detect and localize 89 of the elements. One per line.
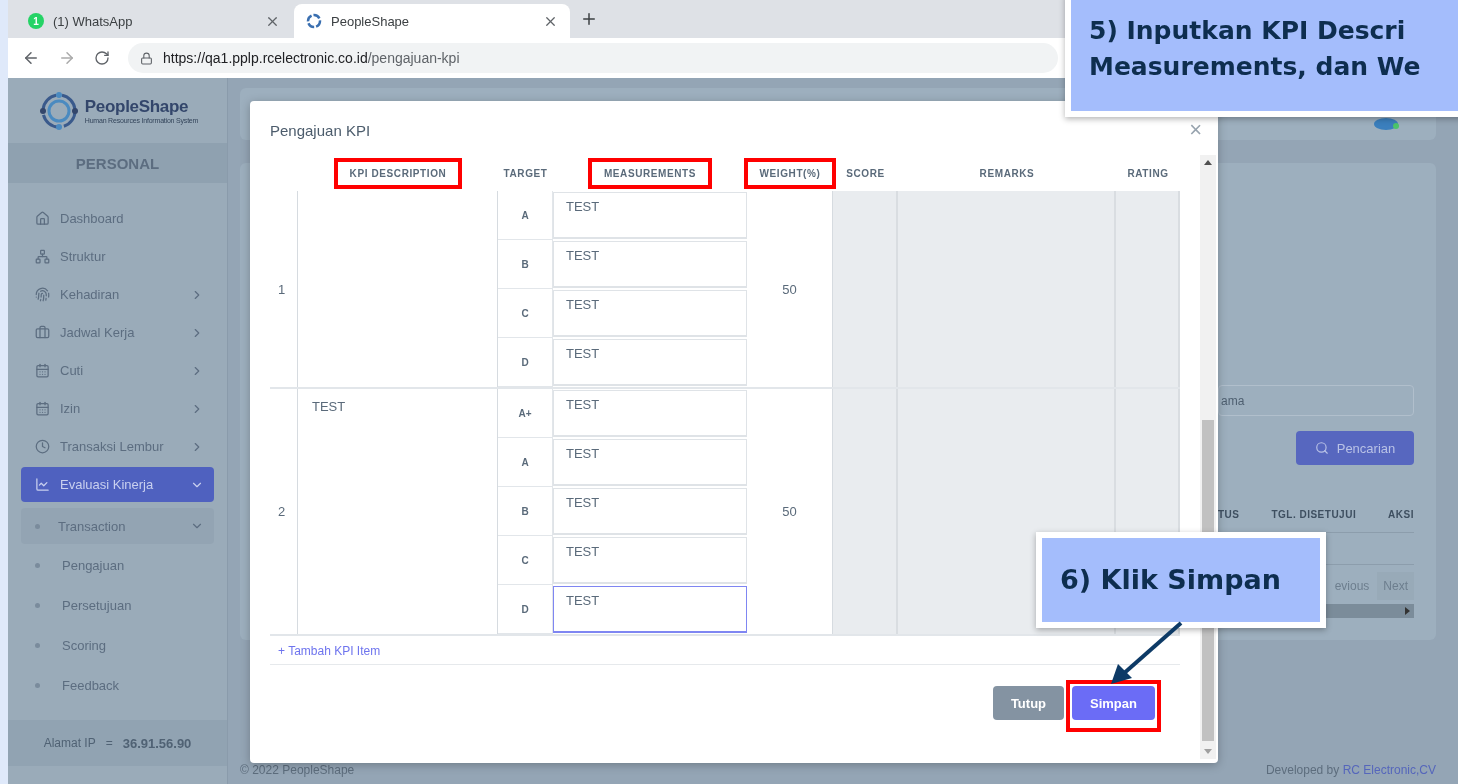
forward-icon[interactable] [58, 49, 76, 67]
menu-item[interactable]: Struktur [21, 239, 214, 274]
column-header: KPI DESCRIPTION [349, 167, 447, 179]
briefcase-icon [35, 325, 50, 340]
new-tab-icon[interactable] [580, 10, 598, 28]
address-field[interactable]: https://qa1.pplp.rcelectronic.co.id/pengajuan-kpi [128, 43, 1058, 73]
target-grade: A+ [498, 389, 553, 438]
callout-text: 5) Inputkan KPI Descri Measurements, dan We [1089, 14, 1421, 83]
measurement-field[interactable]: TEST [553, 439, 747, 486]
menu-item[interactable]: Transaksi Lembur [21, 429, 214, 464]
app-favicon-icon [306, 13, 322, 29]
measurement-field[interactable]: TEST [553, 488, 747, 535]
submenu-item[interactable]: Scoring [21, 627, 214, 664]
ip-value: 36.91.56.90 [122, 735, 192, 751]
column-header: RATING [1127, 167, 1169, 179]
measurement-field[interactable]: TEST [553, 390, 747, 437]
calendar-icon [35, 401, 50, 416]
search-field[interactable]: ama [1218, 385, 1414, 416]
row-number: 2 [270, 389, 298, 634]
column-header: TUS [1218, 509, 1240, 520]
bullet-icon [35, 603, 40, 608]
avatar-icon[interactable] [1374, 116, 1400, 132]
dialog-button[interactable]: Tutup [992, 686, 1065, 720]
menu-item[interactable]: Izin [21, 391, 214, 426]
column-header: AKSI [1388, 509, 1414, 520]
search-button[interactable]: Pencarian [1296, 431, 1414, 465]
browser-tab[interactable]: PeopleShape [294, 4, 570, 38]
target-grade: B [498, 487, 553, 536]
menu-item[interactable]: Jadwal Kerja [21, 315, 214, 350]
add-item-link[interactable]: + Tambah KPI Item [270, 644, 389, 658]
column-header: WEIGHT(%) [759, 167, 821, 179]
developer-credit: Developed by RC Electronic,CV [1265, 763, 1436, 777]
close-button[interactable]: × [1189, 119, 1202, 141]
clock-icon [35, 439, 50, 454]
submenu-item[interactable]: Persetujuan [21, 587, 214, 624]
menu-item[interactable]: Cuti [21, 353, 214, 388]
developer-link[interactable]: RC Electronic,CV [1342, 763, 1436, 777]
target-grade: B [498, 240, 553, 289]
dialog-button[interactable]: Simpan [1072, 686, 1155, 720]
measurement-field[interactable]: TEST [553, 586, 747, 633]
fingerprint-icon [35, 287, 50, 302]
brand-name: PeopleShape [84, 97, 190, 117]
url-text: https://qa1.pplp.rcelectronic.co.id/pengajuan-kpi [163, 50, 460, 66]
target-grade: A [498, 191, 553, 240]
modal-title: Pengajuan KPI [270, 121, 371, 139]
menu-item[interactable]: Dashboard [21, 201, 214, 236]
submenu-item[interactable]: Pengajuan [21, 547, 214, 584]
submenu-item[interactable]: Feedback [21, 667, 214, 704]
measurement-field[interactable]: TEST [553, 241, 747, 288]
bullet-icon [35, 683, 40, 688]
measurement-field[interactable]: TEST [553, 339, 747, 386]
bullet-icon [35, 563, 40, 568]
notification-badge: 1 [28, 13, 44, 29]
bullet-icon [35, 523, 40, 529]
target-grade: C [498, 289, 553, 338]
back-icon[interactable] [22, 49, 40, 67]
column-header: SCORE [846, 167, 885, 179]
menu-item[interactable]: Kehadiran [21, 277, 214, 312]
ip-label: Alamat IP [43, 736, 96, 750]
ip-separator: = [105, 736, 113, 750]
browser-tab[interactable]: 1 (1) WhatsApp [16, 4, 292, 38]
pointer-arrow [1111, 621, 1183, 684]
measurement-field[interactable]: TEST [553, 192, 747, 239]
caret-up-icon[interactable] [1204, 159, 1212, 167]
column-header: REMARKS [979, 167, 1035, 179]
callout-text: 6) Klik Simpan [1060, 563, 1281, 597]
target-grade: D [498, 585, 553, 634]
description-cell[interactable]: TEST [298, 389, 498, 634]
bullet-icon [35, 643, 40, 648]
menu-item[interactable]: Evaluasi Kinerja [21, 467, 214, 502]
caret-down-icon[interactable] [1204, 747, 1212, 755]
horizontal-scrollbar[interactable] [1323, 604, 1414, 618]
column-header: MEASUREMENTS [603, 167, 697, 179]
lock-icon [140, 51, 153, 65]
search-icon [1314, 441, 1329, 455]
row-number: 1 [270, 191, 298, 387]
reload-icon[interactable] [94, 50, 110, 66]
target-grade: D [498, 338, 553, 387]
measurement-field[interactable]: TEST [553, 537, 747, 584]
column-header: TARGET [503, 167, 548, 179]
house-icon [35, 211, 50, 226]
measurement-field[interactable]: TEST [553, 290, 747, 337]
column-header: TGL. DISETUJUI [1271, 509, 1357, 520]
target-grade: A [498, 438, 553, 487]
line-chart-icon [35, 477, 50, 492]
target-grade: C [498, 536, 553, 585]
calendar-icon [35, 363, 50, 378]
sitemap-icon [35, 249, 50, 264]
copyright-text: © 2022 PeopleShape [240, 763, 355, 777]
